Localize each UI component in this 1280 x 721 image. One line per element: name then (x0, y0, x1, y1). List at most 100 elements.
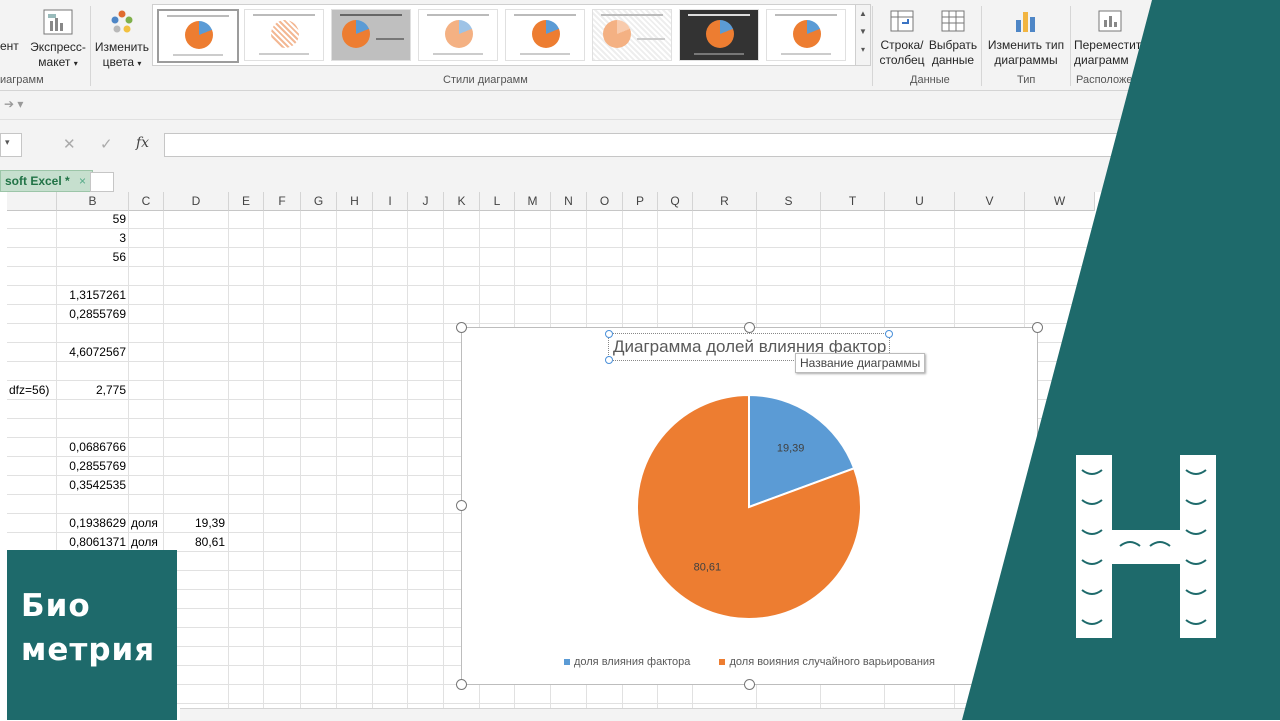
add-element-label: ент (0, 39, 19, 53)
formula-buttons: ✕ ✓ fx (53, 133, 161, 155)
chart-resize-handle[interactable] (1032, 322, 1043, 333)
column-header-t[interactable]: T (821, 192, 885, 211)
column-header-b[interactable]: B (57, 192, 129, 211)
new-tab-box[interactable] (90, 172, 114, 192)
chart-style-3[interactable] (331, 9, 411, 61)
column-header-s[interactable]: S (757, 192, 821, 211)
column-header-h[interactable]: H (337, 192, 373, 211)
column-header-d[interactable]: D (164, 192, 229, 211)
column-header-m[interactable]: M (515, 192, 551, 211)
column-header-f[interactable]: F (264, 192, 301, 211)
close-tab-icon[interactable]: × (79, 174, 86, 188)
select-data-icon (941, 10, 965, 32)
redo-icon[interactable]: ➔ ▾ (4, 97, 23, 111)
quick-layout-icon (43, 9, 73, 35)
gallery-more-icon[interactable]: ▾ (856, 41, 870, 59)
name-box-dropdown-icon[interactable]: ▾ (5, 137, 10, 148)
move-chart-button[interactable]: Переместить диаграмм (1074, 8, 1154, 68)
column-header-r[interactable]: R (693, 192, 757, 211)
cell-b1[interactable]: 59 (57, 210, 126, 229)
gallery-scroll[interactable]: ▲ ▼ ▾ (855, 4, 871, 66)
column-header-u[interactable]: U (885, 192, 955, 211)
column-header-g[interactable]: G (301, 192, 337, 211)
chart-style-6[interactable] (592, 9, 672, 61)
switch-row-column-label: Строка/ столбец (879, 38, 925, 67)
name-box[interactable]: ▾ (0, 133, 22, 157)
select-data-label: Выбрать данные (928, 38, 978, 67)
gallery-up-icon[interactable]: ▲ (856, 5, 870, 23)
cell-d17[interactable]: 19,39 (165, 514, 225, 533)
cell-c17[interactable]: доля (131, 514, 165, 533)
add-element-button[interactable]: ент (0, 39, 30, 54)
column-header-n[interactable]: N (551, 192, 587, 211)
cell-b10[interactable]: 2,775 (57, 381, 126, 400)
data-group-label: Данные (910, 74, 950, 86)
cell-b13[interactable]: 0,0686766 (57, 438, 126, 457)
cell-b6[interactable]: 0,2855769 (57, 305, 126, 324)
chart-resize-handle[interactable] (744, 679, 755, 690)
legend-swatch (719, 659, 726, 665)
legend-item-1: доля влияния фактора (563, 656, 690, 668)
cancel-icon[interactable]: ✕ (63, 135, 76, 153)
switch-row-column-icon (890, 10, 914, 32)
column-header-c[interactable]: C (129, 192, 164, 211)
chart-resize-handle[interactable] (456, 500, 467, 511)
cell-b14[interactable]: 0,2855769 (57, 457, 126, 476)
ribbon: ент Экспресс- макет ▾ иаграмм Изменить ц… (0, 0, 1280, 91)
layouts-group-label: иаграмм (0, 74, 44, 86)
column-header-k[interactable]: K (444, 192, 480, 211)
chart-style-7[interactable] (679, 9, 759, 61)
cell-b15[interactable]: 0,3542535 (57, 476, 126, 495)
legend-swatch (563, 659, 570, 665)
move-chart-label: Переместить диаграмм (1074, 38, 1148, 67)
chart-style-4[interactable] (418, 9, 498, 61)
enter-icon[interactable]: ✓ (100, 135, 113, 153)
change-colors-button[interactable]: Изменить цвета ▾ (92, 8, 152, 71)
chart-style-1[interactable] (157, 9, 239, 63)
column-header-p[interactable]: P (623, 192, 658, 211)
cell-a10[interactable]: dfz=56) (9, 381, 57, 400)
column-header-o[interactable]: O (587, 192, 623, 211)
type-group-label: Тип (1017, 74, 1036, 86)
change-chart-type-label: Изменить тип диаграммы (987, 38, 1065, 67)
bar-chart-icon (1016, 12, 1035, 32)
ribbon-separator (872, 6, 873, 86)
column-header-q[interactable]: Q (658, 192, 693, 211)
column-header-j[interactable]: J (408, 192, 444, 211)
column-header-a[interactable] (7, 192, 57, 211)
change-chart-type-button[interactable]: Изменить тип диаграммы (984, 8, 1068, 68)
chart-resize-handle[interactable] (744, 322, 755, 333)
chart-area[interactable]: Диаграмма долей влияния фактор Название … (456, 322, 1043, 690)
cell-b2[interactable]: 3 (57, 229, 126, 248)
gallery-down-icon[interactable]: ▼ (856, 23, 870, 41)
workbook-tab[interactable]: soft Excel * × (0, 170, 94, 192)
switch-row-column-button[interactable]: Строка/ столбец (876, 8, 928, 68)
location-group-label: Расположе (1076, 74, 1133, 86)
sheet-scrollbar[interactable] (180, 708, 980, 721)
column-header-v[interactable]: V (955, 192, 1025, 211)
formula-input[interactable] (164, 133, 1280, 157)
chart-style-5[interactable] (505, 9, 585, 61)
column-header-i[interactable]: I (373, 192, 408, 211)
ribbon-separator (981, 6, 982, 86)
chart-style-8[interactable] (766, 9, 846, 61)
chart-resize-handle[interactable] (456, 322, 467, 333)
column-header-l[interactable]: L (480, 192, 515, 211)
quick-layout-button[interactable]: Экспресс- макет ▾ (28, 8, 88, 71)
insert-function-icon[interactable]: fx (136, 135, 149, 151)
cell-b5[interactable]: 1,3157261 (57, 286, 126, 305)
column-header-w[interactable]: W (1025, 192, 1095, 211)
chart-resize-handle[interactable] (456, 679, 467, 690)
pie-data-label-1[interactable]: 19,39 (777, 442, 805, 454)
cell-b8[interactable]: 4,6072567 (57, 343, 126, 362)
palette-icon (111, 10, 133, 33)
column-header-e[interactable]: E (229, 192, 264, 211)
badge-line-1: Био (21, 588, 91, 624)
ribbon-separator (1070, 6, 1071, 86)
chart-style-2[interactable] (244, 9, 324, 61)
cell-b3[interactable]: 56 (57, 248, 126, 267)
pie-data-label-2[interactable]: 80,61 (694, 562, 722, 574)
quick-access-row: ➔ ▾ (0, 91, 1280, 120)
cell-b17[interactable]: 0,1938629 (57, 514, 126, 533)
select-data-button[interactable]: Выбрать данные (928, 8, 978, 68)
